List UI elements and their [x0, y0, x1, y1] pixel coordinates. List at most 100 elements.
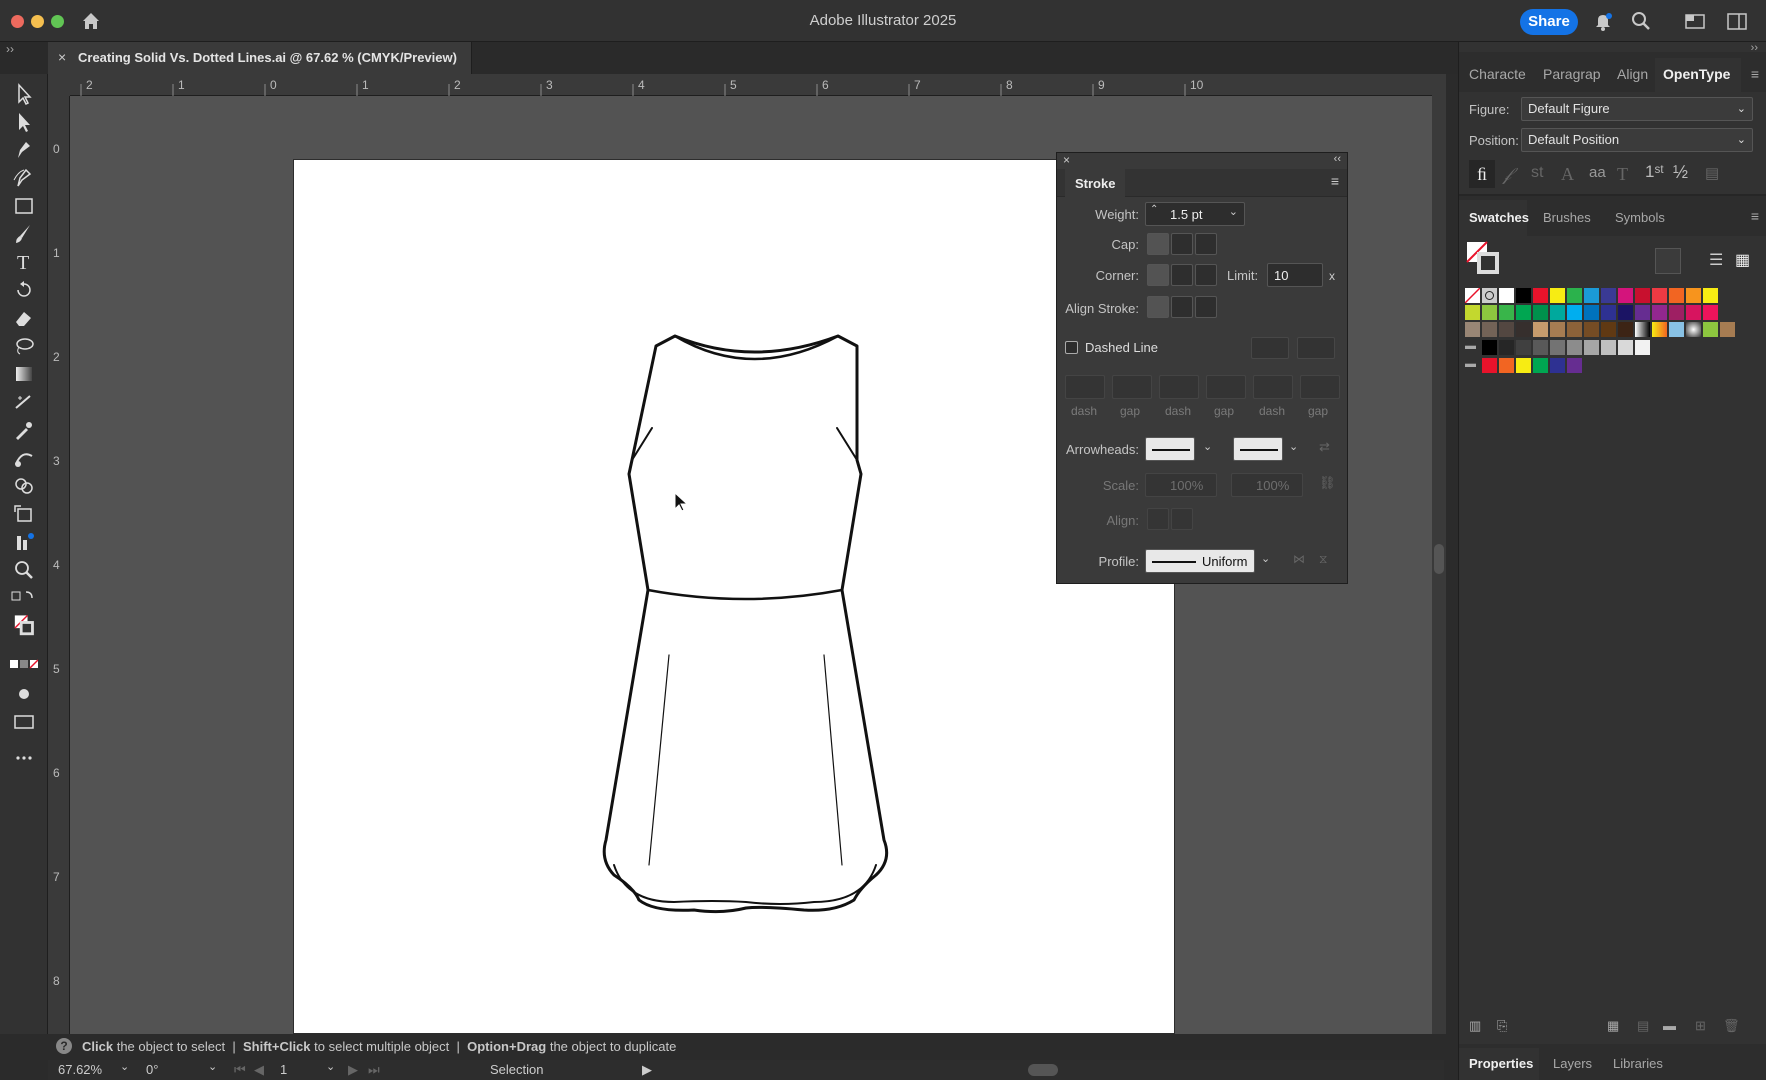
- swatch[interactable]: [1635, 340, 1650, 355]
- tab-swatches[interactable]: Swatches: [1469, 210, 1529, 225]
- dash-field[interactable]: [1159, 375, 1199, 399]
- swatch[interactable]: [1533, 358, 1548, 373]
- paintbrush-tool-icon[interactable]: [10, 222, 38, 246]
- swatch[interactable]: [1499, 322, 1514, 337]
- swatch[interactable]: [1601, 322, 1616, 337]
- dress-illustration[interactable]: [294, 160, 1176, 1034]
- status-menu-icon[interactable]: ▶: [642, 1062, 652, 1078]
- swatch-black[interactable]: [1516, 288, 1531, 303]
- panel-menu-icon[interactable]: ≡: [1751, 208, 1759, 224]
- folder-icon[interactable]: ▬: [1465, 358, 1476, 370]
- swatch-libraries-icon[interactable]: ▥: [1469, 1018, 1481, 1034]
- list-view-icon[interactable]: ☰: [1709, 250, 1723, 270]
- swatch[interactable]: [1669, 305, 1684, 320]
- figure-value[interactable]: Default Figure: [1528, 101, 1610, 116]
- start-scale-field[interactable]: 100%: [1145, 473, 1217, 497]
- chevron-down-icon[interactable]: ⌄: [1229, 205, 1238, 218]
- align-inside-button[interactable]: [1171, 296, 1193, 318]
- standard-ligatures-icon[interactable]: ﬁ: [1469, 160, 1495, 188]
- swatch[interactable]: [1499, 340, 1514, 355]
- swatch[interactable]: [1499, 305, 1514, 320]
- stylistic-sets-icon[interactable]: ▤: [1705, 164, 1719, 182]
- eyedropper-tool-icon[interactable]: [10, 418, 38, 442]
- folder-icon[interactable]: ▬: [1465, 340, 1476, 352]
- swatch[interactable]: [1550, 322, 1565, 337]
- graph-tool-icon[interactable]: [10, 530, 38, 554]
- gap-field[interactable]: [1300, 375, 1340, 399]
- round-cap-button[interactable]: [1171, 233, 1193, 255]
- toolbar-collapse[interactable]: ››: [0, 42, 48, 74]
- swatch[interactable]: [1703, 305, 1718, 320]
- swatch[interactable]: [1465, 322, 1480, 337]
- profile-value[interactable]: Uniform: [1202, 554, 1248, 569]
- type-tool-icon[interactable]: T: [10, 250, 38, 274]
- zoom-level[interactable]: 67.62%: [58, 1062, 102, 1077]
- swatch[interactable]: [1635, 305, 1650, 320]
- pen-tool-icon[interactable]: [10, 138, 38, 162]
- swatch[interactable]: [1567, 305, 1582, 320]
- swatch[interactable]: [1618, 340, 1633, 355]
- swash-icon[interactable]: A: [1561, 164, 1574, 185]
- stroke-panel-title[interactable]: Stroke: [1075, 176, 1115, 191]
- swatch[interactable]: [1618, 305, 1633, 320]
- swatch[interactable]: [1516, 340, 1531, 355]
- miter-join-button[interactable]: [1147, 264, 1169, 286]
- artboard[interactable]: [293, 159, 1175, 1034]
- gradient-swatch[interactable]: [1686, 322, 1701, 337]
- prev-artboard-icon[interactable]: ◀: [254, 1062, 264, 1078]
- arrow-tip-beyond-button[interactable]: [1147, 508, 1169, 530]
- tab-properties[interactable]: Properties: [1469, 1056, 1533, 1071]
- ordinals-icon[interactable]: 1ˢᵗ: [1645, 162, 1664, 182]
- vertical-ruler[interactable]: 0 1 2 3 4 5 6 7 8: [48, 96, 70, 1034]
- chevron-down-icon[interactable]: ⌄: [208, 1060, 217, 1073]
- limit-field[interactable]: 10: [1267, 263, 1323, 287]
- swatch[interactable]: [1618, 322, 1633, 337]
- swatch[interactable]: [1533, 340, 1548, 355]
- swatch-options-icon[interactable]: ▤: [1637, 1018, 1649, 1034]
- place-swatches-icon[interactable]: ⎘: [1497, 1018, 1507, 1034]
- swatch[interactable]: [1533, 288, 1548, 303]
- draw-mode-icon[interactable]: [10, 682, 38, 706]
- swatch[interactable]: [1686, 305, 1701, 320]
- figure-select[interactable]: Default Figure ⌄: [1521, 97, 1753, 121]
- align-outside-button[interactable]: [1195, 296, 1217, 318]
- swatch[interactable]: [1533, 322, 1548, 337]
- chevron-down-icon[interactable]: ⌄: [1203, 440, 1212, 453]
- swatch[interactable]: [1584, 305, 1599, 320]
- new-group-icon[interactable]: ▬: [1663, 1018, 1676, 1033]
- swatch[interactable]: [1584, 340, 1599, 355]
- horizontal-scroll-thumb[interactable]: [1028, 1064, 1058, 1076]
- swatch[interactable]: [1669, 288, 1684, 303]
- curvature-tool-icon[interactable]: [10, 166, 38, 190]
- gap-field[interactable]: [1206, 375, 1246, 399]
- direct-selection-tool-icon[interactable]: [10, 110, 38, 134]
- swatch[interactable]: [1465, 305, 1480, 320]
- last-artboard-icon[interactable]: ⏭: [368, 1062, 380, 1078]
- tab-opentype[interactable]: OpenType: [1663, 66, 1730, 82]
- mesh-tool-icon[interactable]: [10, 390, 38, 414]
- swatch[interactable]: [1550, 340, 1565, 355]
- tab-brushes[interactable]: Brushes: [1543, 210, 1591, 225]
- tab-align[interactable]: Align: [1617, 66, 1648, 82]
- stepper-icon[interactable]: ⌃: [1150, 204, 1158, 215]
- dash-align-corners-button[interactable]: [1251, 337, 1289, 359]
- fill-stroke-swatch[interactable]: [10, 614, 38, 648]
- artboard-tool-icon[interactable]: [10, 502, 38, 526]
- close-panel-icon[interactable]: ×: [1063, 153, 1070, 167]
- swatch[interactable]: [1567, 322, 1582, 337]
- ruler-origin[interactable]: [48, 74, 70, 96]
- swatch[interactable]: [1567, 288, 1582, 303]
- link-scale-icon[interactable]: ⛓: [1319, 475, 1336, 491]
- panel-menu-icon[interactable]: ≡: [1751, 66, 1759, 82]
- swatch[interactable]: [1482, 322, 1497, 337]
- search-icon[interactable]: [1630, 10, 1652, 32]
- registration-swatch[interactable]: [1482, 288, 1497, 303]
- swatch[interactable]: [1482, 340, 1497, 355]
- swatch[interactable]: [1652, 288, 1667, 303]
- blend-tool-icon[interactable]: [10, 446, 38, 470]
- tab-character[interactable]: Characte: [1469, 66, 1526, 82]
- swatch[interactable]: [1567, 358, 1582, 373]
- chevron-down-icon[interactable]: ⌄: [1289, 440, 1298, 453]
- document-tab[interactable]: × Creating Solid Vs. Dotted Lines.ai @ 6…: [48, 42, 472, 74]
- eraser-tool-icon[interactable]: [10, 306, 38, 330]
